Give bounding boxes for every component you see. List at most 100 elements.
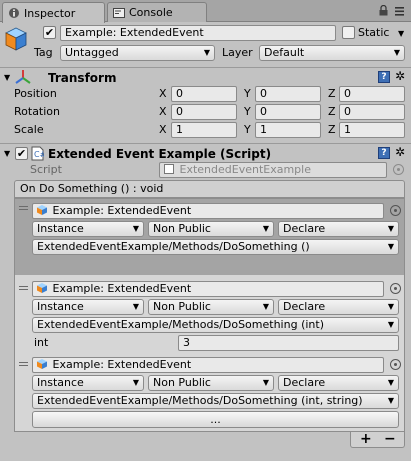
chevron-down-icon: ▼ xyxy=(203,48,210,57)
event-header-label: On Do Something () : void xyxy=(20,182,164,195)
parameters-button[interactable]: ... xyxy=(32,411,399,428)
transform-header[interactable]: ▼ Transform ? ✲ xyxy=(0,67,411,87)
chevron-down-icon: ▼ xyxy=(387,396,394,405)
visibility-value: Non Public xyxy=(153,222,211,235)
rotation-z-input[interactable]: 0 xyxy=(339,104,405,120)
list-item[interactable]: Example: ExtendedEvent Instance ▼ Non Pub… xyxy=(15,279,404,353)
chevron-down-icon[interactable]: ▼ xyxy=(398,29,404,38)
menu-icon[interactable] xyxy=(395,6,404,19)
axis-z-label: Z xyxy=(328,87,336,100)
target-object-field[interactable]: Example: ExtendedEvent xyxy=(32,203,384,219)
active-checkbox[interactable]: ✔ xyxy=(43,26,56,39)
transform-body: Position X 0 Y 0 Z 0 Rotation X 0 Y 0 Z … xyxy=(0,86,411,140)
drag-handle-icon[interactable] xyxy=(19,362,28,368)
axis-y-label: Y xyxy=(244,105,251,118)
axis-x-label: X xyxy=(159,123,167,136)
target-object-field[interactable]: Example: ExtendedEvent xyxy=(32,281,384,297)
axis-z-label: Z xyxy=(328,123,336,136)
layer-dropdown[interactable]: Default ▼ xyxy=(259,45,405,61)
binding-dropdown[interactable]: Instance ▼ xyxy=(32,221,144,237)
foldout-arrow-icon[interactable]: ▼ xyxy=(4,72,10,84)
mode-value: Declare xyxy=(283,222,326,235)
list-item[interactable]: Example: ExtendedEvent Instance ▼ Non Pub… xyxy=(15,199,404,275)
axis-x-label: X xyxy=(159,87,167,100)
event-header: On Do Something () : void xyxy=(14,180,405,198)
chevron-down-icon: ▼ xyxy=(387,302,394,311)
script-component-header[interactable]: ▼ ✔ C# Extended Event Example (Script) ?… xyxy=(0,143,411,163)
cube-icon xyxy=(37,283,47,293)
position-x-input[interactable]: 0 xyxy=(171,86,237,102)
mode-value: Declare xyxy=(283,376,326,389)
lock-icon[interactable] xyxy=(379,4,388,19)
method-value: ExtendedEventExample/Methods/DoSomething… xyxy=(37,318,324,331)
gear-icon[interactable]: ✲ xyxy=(395,146,405,158)
chevron-down-icon: ▼ xyxy=(387,320,394,329)
tag-label: Tag xyxy=(34,46,53,59)
component-enabled-checkbox[interactable]: ✔ xyxy=(15,147,28,160)
parameter-int-input[interactable]: 3 xyxy=(178,335,399,351)
static-checkbox[interactable] xyxy=(342,26,355,39)
chevron-down-icon: ▼ xyxy=(393,48,400,57)
method-value: ExtendedEventExample/Methods/DoSomething… xyxy=(37,394,363,407)
object-picker-icon[interactable] xyxy=(390,205,401,216)
method-dropdown[interactable]: ExtendedEventExample/Methods/DoSomething… xyxy=(32,317,399,333)
chevron-down-icon: ▼ xyxy=(132,224,139,233)
mode-dropdown[interactable]: Declare ▼ xyxy=(278,375,399,391)
gameobject-name-input[interactable]: Example: ExtendedEvent xyxy=(60,25,336,41)
mode-dropdown[interactable]: Declare ▼ xyxy=(278,299,399,315)
help-icon[interactable]: ? xyxy=(378,147,390,159)
mode-dropdown[interactable]: Declare ▼ xyxy=(278,221,399,237)
drag-handle-icon[interactable] xyxy=(19,206,28,212)
axis-x-label: X xyxy=(159,105,167,118)
object-picker-icon[interactable] xyxy=(390,283,401,294)
chevron-down-icon: ▼ xyxy=(387,378,394,387)
binding-value: Instance xyxy=(37,222,84,235)
position-label: Position xyxy=(14,87,57,100)
tab-console[interactable]: Console xyxy=(107,2,207,22)
visibility-dropdown[interactable]: Non Public ▼ xyxy=(148,375,274,391)
axis-y-label: Y xyxy=(244,123,251,136)
visibility-dropdown[interactable]: Non Public ▼ xyxy=(148,299,274,315)
list-item[interactable]: Example: ExtendedEvent Instance ▼ Non Pub… xyxy=(15,355,404,431)
script-label: Script xyxy=(30,163,62,176)
foldout-arrow-icon[interactable]: ▼ xyxy=(4,148,10,160)
scale-label: Scale xyxy=(14,123,44,136)
visibility-value: Non Public xyxy=(153,376,211,389)
transform-title: Transform xyxy=(48,71,117,85)
help-icon[interactable]: ? xyxy=(378,71,390,83)
binding-dropdown[interactable]: Instance ▼ xyxy=(32,299,144,315)
layer-label: Layer xyxy=(222,46,253,59)
tab-inspector-label: Inspector xyxy=(24,6,76,20)
chevron-down-icon: ▼ xyxy=(262,378,269,387)
rotation-y-input[interactable]: 0 xyxy=(255,104,321,120)
tab-inspector[interactable]: Inspector xyxy=(2,2,105,23)
scale-z-input[interactable]: 1 xyxy=(339,122,405,138)
scale-y-input[interactable]: 1 xyxy=(255,122,321,138)
rotation-label: Rotation xyxy=(14,105,61,118)
position-y-input[interactable]: 0 xyxy=(255,86,321,102)
axis-z-label: Z xyxy=(328,105,336,118)
chevron-down-icon: ▼ xyxy=(132,302,139,311)
info-icon xyxy=(8,7,20,19)
rotation-x-input[interactable]: 0 xyxy=(171,104,237,120)
scale-x-input[interactable]: 1 xyxy=(171,122,237,138)
remove-button[interactable]: − xyxy=(384,431,396,447)
script-component-title: Extended Event Example (Script) xyxy=(48,147,272,161)
method-value: ExtendedEventExample/Methods/DoSomething… xyxy=(37,240,310,253)
target-object-value: Example: ExtendedEvent xyxy=(52,282,192,295)
drag-handle-icon[interactable] xyxy=(19,286,28,292)
gear-icon[interactable]: ✲ xyxy=(395,70,405,82)
cube-icon xyxy=(37,359,47,369)
chevron-down-icon: ▼ xyxy=(132,378,139,387)
add-button[interactable]: + xyxy=(360,431,372,447)
target-object-field[interactable]: Example: ExtendedEvent xyxy=(32,357,384,373)
script-icon: C# xyxy=(31,146,47,164)
method-dropdown[interactable]: ExtendedEventExample/Methods/DoSomething… xyxy=(32,239,399,255)
tag-dropdown[interactable]: Untagged ▼ xyxy=(60,45,215,61)
object-picker-icon[interactable] xyxy=(390,359,401,370)
method-dropdown[interactable]: ExtendedEventExample/Methods/DoSomething… xyxy=(32,393,399,409)
position-z-input[interactable]: 0 xyxy=(339,86,405,102)
binding-dropdown[interactable]: Instance ▼ xyxy=(32,375,144,391)
visibility-dropdown[interactable]: Non Public ▼ xyxy=(148,221,274,237)
script-reference-field[interactable]: ExtendedEventExample xyxy=(159,162,387,178)
